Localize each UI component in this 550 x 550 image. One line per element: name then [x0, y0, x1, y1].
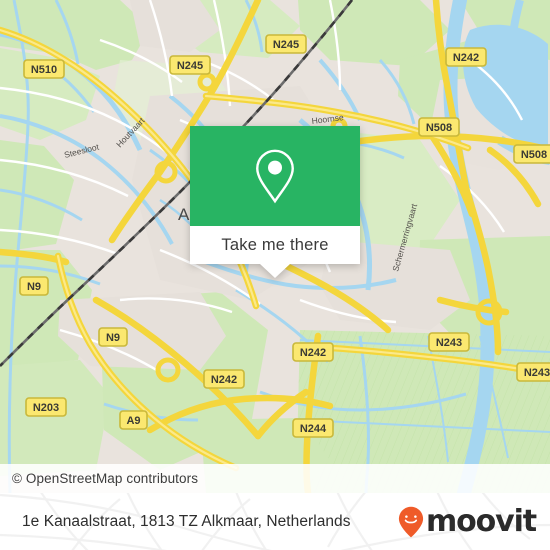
popup-pointer-tail	[260, 264, 290, 278]
road-shield[interactable]: N242	[445, 47, 487, 67]
moovit-wordmark: moovit	[425, 503, 537, 539]
road-shield-label: N243	[436, 337, 462, 349]
road-shield[interactable]: N508	[513, 144, 550, 164]
attribution-text: © OpenStreetMap contributors	[12, 471, 199, 486]
road-shield-label: N242	[300, 347, 326, 359]
road-shield-label: A9	[126, 415, 140, 427]
moovit-logo[interactable]: moovit	[398, 503, 537, 539]
road-shield-label: N508	[426, 122, 452, 134]
location-address: 1e Kanaalstraat, 1813 TZ Alkmaar, Nether…	[22, 512, 351, 530]
road-shield[interactable]: N245	[265, 34, 307, 54]
road-shield[interactable]: N508	[418, 117, 460, 137]
take-me-there-button[interactable]: Take me there	[221, 236, 328, 255]
road-shield-label: N242	[453, 52, 479, 64]
map-attribution-bar: © OpenStreetMap contributors	[0, 464, 550, 493]
road-shield[interactable]: N242	[203, 369, 245, 389]
road-shield-label: N9	[27, 281, 41, 293]
road-shield-label: N508	[521, 149, 547, 161]
road-shield-label: N243	[524, 367, 550, 379]
road-shield-label: N9	[106, 332, 120, 344]
road-shield[interactable]: N244	[292, 418, 334, 438]
road-shield-label: N245	[273, 39, 299, 51]
map-pin-icon	[256, 149, 294, 204]
road-shield[interactable]: N203	[25, 397, 67, 417]
road-shield-label: N245	[177, 60, 203, 72]
footer-bar: 1e Kanaalstraat, 1813 TZ Alkmaar, Nether…	[0, 493, 550, 550]
road-shield[interactable]: N242	[292, 342, 334, 362]
popup-header	[190, 126, 360, 226]
location-popup-card[interactable]: Take me there	[190, 126, 360, 278]
road-shield[interactable]: N9	[98, 327, 128, 347]
road-shield[interactable]: N243	[428, 332, 470, 352]
city-label: A	[178, 205, 190, 224]
road-shield[interactable]: N9	[19, 276, 49, 296]
road-shield[interactable]: N510	[23, 59, 65, 79]
road-shield[interactable]: N243	[516, 362, 550, 382]
road-shield-label: N242	[211, 374, 237, 386]
road-shield-label: N203	[33, 402, 59, 414]
road-shield-label: N510	[31, 64, 57, 76]
road-shield[interactable]: N245	[169, 55, 211, 75]
moovit-pin-smiley-icon	[398, 506, 424, 537]
road-shield-label: N244	[300, 423, 327, 435]
map-screenshot: A Steesloot Houtvaart Hoornse Schermerri…	[0, 0, 550, 550]
popup-footer[interactable]: Take me there	[190, 226, 360, 264]
road-shield[interactable]: A9	[119, 410, 148, 430]
